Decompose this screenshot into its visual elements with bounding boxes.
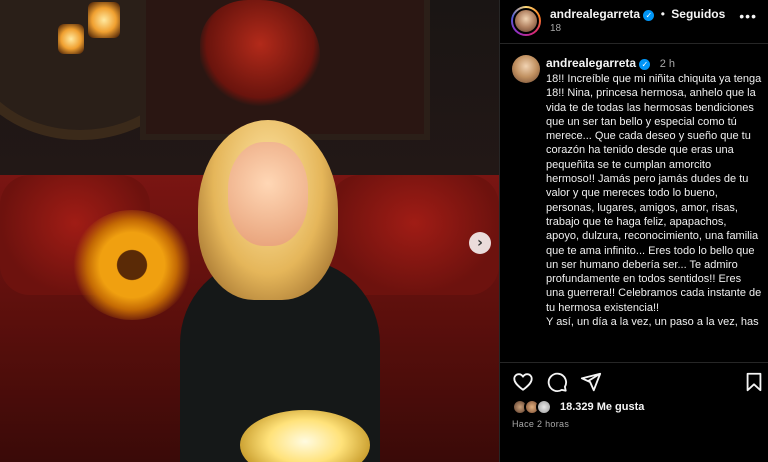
caption-paragraph: 18!! Increíble que mi niñita chiquita ya…: [546, 73, 762, 314]
photo-lamp: [58, 24, 84, 54]
header-username[interactable]: andrealegarreta: [550, 7, 640, 21]
caption-time[interactable]: 2 h: [660, 58, 675, 70]
chevron-right-icon[interactable]: ›: [469, 232, 491, 254]
more-options-icon[interactable]: •••: [739, 8, 757, 24]
avatar[interactable]: [513, 8, 539, 34]
heart-icon[interactable]: [512, 371, 534, 393]
verified-badge-icon: ✓: [643, 10, 655, 21]
photo-person-face: [228, 142, 308, 246]
bookmark-icon[interactable]: [744, 371, 764, 393]
caption-text: 18!! Increíble que mi niñita chiquita ya…: [546, 72, 762, 329]
caption-paragraph: Y así, un día a la vez, un paso a la vez…: [546, 316, 759, 329]
post-side-panel: andrealegarreta ✓ • Seguidos 18 ••• andr…: [499, 0, 768, 462]
send-icon[interactable]: [580, 371, 602, 393]
follow-status-button[interactable]: Seguidos: [671, 7, 725, 21]
likes-count[interactable]: 18.329 Me gusta: [560, 401, 644, 413]
photo-sunflower-bouquet: [72, 210, 192, 320]
likes-row[interactable]: 18.329 Me gusta: [512, 399, 762, 417]
post-time-ago[interactable]: Hace 2 horas: [512, 419, 569, 429]
post-photo[interactable]: ›: [0, 0, 499, 462]
comment-icon[interactable]: [546, 371, 568, 393]
photo-lamp: [88, 2, 120, 38]
separator-dot: •: [660, 7, 665, 21]
photo-red-figure: [200, 0, 320, 110]
header-subtitle[interactable]: 18: [550, 23, 561, 34]
caption-username[interactable]: andrealegarreta: [546, 56, 636, 70]
story-ring[interactable]: [511, 6, 541, 36]
caption-head: andrealegarreta ✓ 2 h: [546, 56, 675, 70]
photo-person: [170, 120, 380, 462]
post-header: andrealegarreta ✓ • Seguidos 18 •••: [500, 0, 768, 44]
post-actions: 18.329 Me gusta Hace 2 horas: [500, 362, 768, 462]
header-name-line: andrealegarreta ✓ • Seguidos: [550, 7, 725, 21]
liker-avatar: [536, 399, 552, 415]
verified-badge-icon: ✓: [639, 59, 651, 70]
post-caption: andrealegarreta ✓ 2 h 18!! Increíble que…: [500, 52, 768, 357]
caption-avatar[interactable]: [512, 55, 540, 83]
